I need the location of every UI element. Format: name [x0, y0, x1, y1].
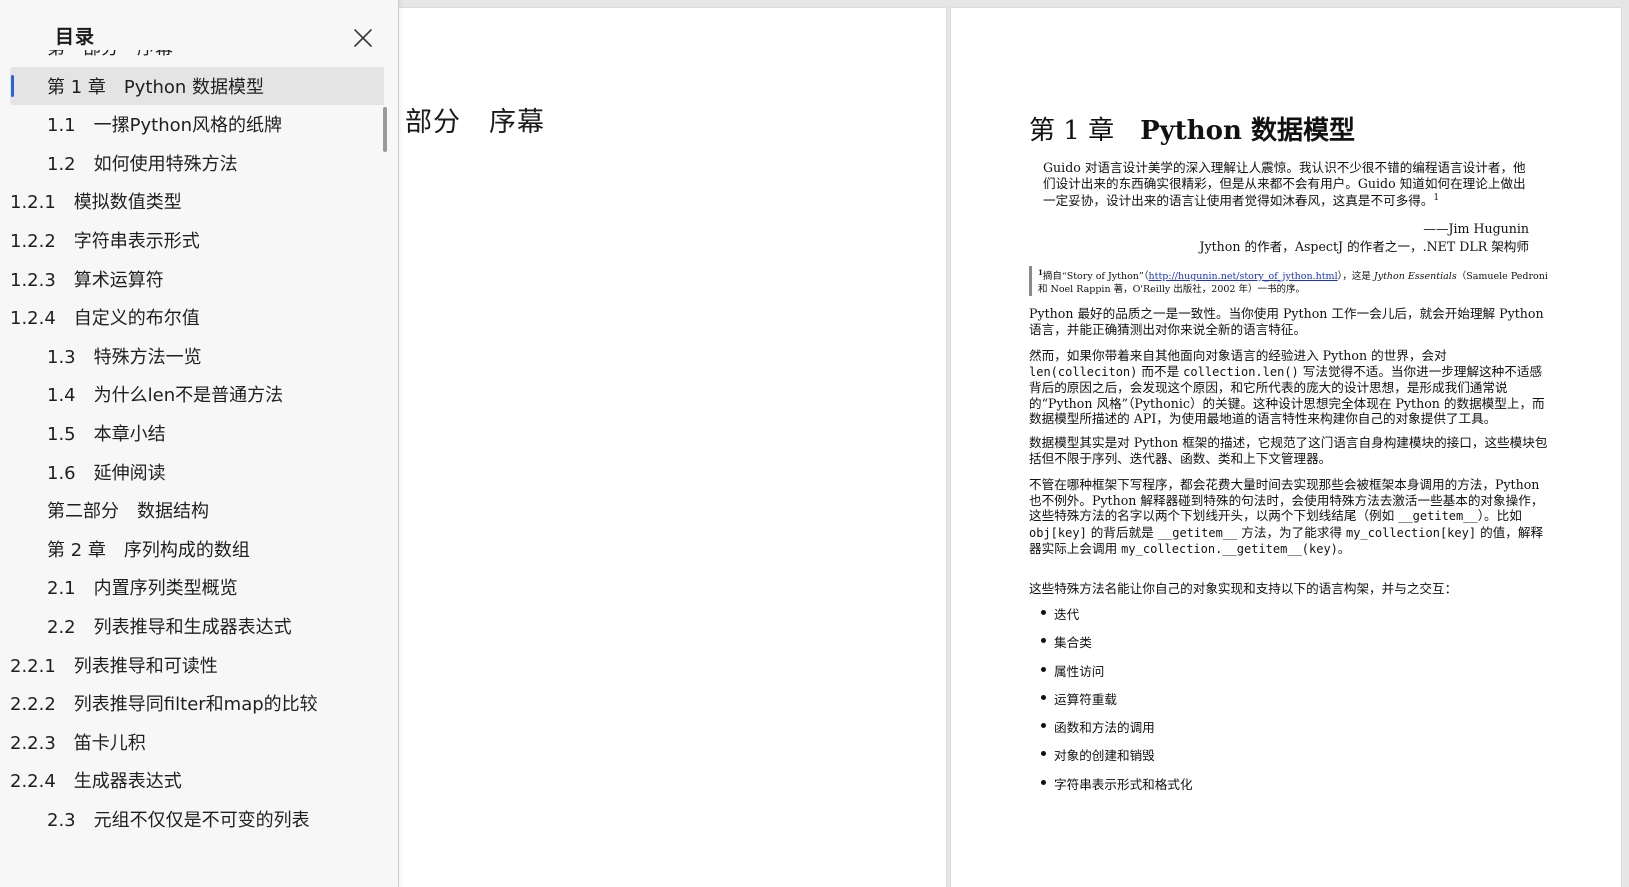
toc-item[interactable]: 2.2.1 列表推导和可读性 [10, 646, 382, 684]
feature-list-item: 字符串表示形式和格式化 [1041, 774, 1193, 802]
bullet-icon [1041, 751, 1046, 757]
paragraph-1: Python 最好的品质之一是一致性。当你使用 Python 工作一会儿后，就会… [1029, 306, 1544, 337]
toc-item-active[interactable]: 第 1 章 Python 数据模型 [10, 66, 384, 105]
toc-item[interactable]: 1.4 为什么len不是普通方法 [10, 375, 384, 413]
code-inline: __getitem__ [1157, 525, 1238, 540]
paragraph-5: 这些特殊方法名能让你自己的对象实现和支持以下的语言构架，并与之交互： [1029, 581, 1458, 596]
footnote-ref: 1 [1433, 193, 1440, 203]
bullet-icon [1041, 666, 1046, 672]
footnote: 1摘自“Story of Jython”（http://hugunin.net/… [1029, 266, 1558, 297]
toc-item[interactable]: 1.3 特殊方法一览 [10, 337, 384, 375]
toc-item[interactable]: 1.1 一摞Python风格的纸牌 [10, 105, 384, 143]
toc-item[interactable]: 1.2 如何使用特殊方法 [10, 144, 384, 182]
toc-item[interactable]: 第二部分 数据结构 [10, 491, 384, 529]
pdf-reader: 部分 序幕 第 1 章 Python 数据模型 Guido 对语言设计美学的深入… [0, 0, 1629, 887]
code-inline: my_collection[key] [1346, 525, 1477, 540]
document-page-left: 部分 序幕 [330, 8, 946, 887]
part-heading: 部分 序幕 [405, 107, 545, 138]
feature-list-item: 迭代 [1041, 604, 1193, 632]
bullet-icon [1041, 610, 1046, 615]
toc-item[interactable]: 2.3 元组不仅仅是不可变的列表 [10, 800, 384, 838]
bullet-icon [1041, 779, 1046, 785]
feature-list-item: 集合类 [1041, 632, 1193, 660]
epigraph-author: ——Jim Hugunin [1423, 221, 1529, 236]
bullet-icon [1041, 723, 1046, 729]
paragraph-4: 不管在哪种框架下写程序，都会花费大量时间去实现那些会被框架本身调用的方法，Pyt… [1029, 477, 1544, 556]
paragraph-3: 数据模型其实是对 Python 框架的描述，它规范了这门语言自身构建模块的接口，… [1029, 435, 1548, 466]
toc-scrollbar-thumb[interactable] [383, 107, 387, 152]
toc-item[interactable]: 1.2.4 自定义的布尔值 [10, 298, 382, 336]
chapter-title: 第 1 章 Python 数据模型 [1029, 116, 1355, 146]
toc-item[interactable]: 1.5 本章小结 [10, 414, 384, 452]
toc-title: 目录 [55, 26, 96, 48]
toc-panel: 目录 第一部分 序幕第 1 章 Python 数据模型1.1 一摞Python风… [0, 0, 399, 887]
footnote-link[interactable]: http://hugunin.net/story_of_jython.html [1149, 271, 1338, 282]
toc-item[interactable]: 1.2.2 字符串表示形式 [10, 221, 382, 259]
feature-list-item: 函数和方法的调用 [1041, 717, 1193, 745]
feature-list-item: 对象的创建和销毁 [1041, 745, 1193, 773]
toc-item[interactable]: 1.6 延伸阅读 [10, 453, 384, 491]
toc-item[interactable]: 第一部分 序幕 [10, 50, 384, 66]
epigraph-author-role: Jython 的作者，AspectJ 的作者之一，.NET DLR 架构师 [1199, 239, 1529, 254]
code-inline: __getitem__ [1398, 509, 1478, 523]
feature-list: 迭代 集合类 属性访问 运算符重载 函数和方法的调用 对象的创建和销毁 字符串表示形式和格式… [1041, 604, 1193, 802]
bullet-icon [1041, 638, 1046, 644]
close-button[interactable] [349, 24, 377, 52]
toc-item[interactable]: 1.2.1 模拟数值类型 [10, 182, 382, 220]
toc-item[interactable]: 第 2 章 序列构成的数组 [10, 530, 384, 568]
toc-item[interactable]: 2.1 内置序列类型概览 [10, 568, 384, 606]
code-inline: my_collection.__getitem__(key) [1121, 542, 1338, 556]
feature-list-item: 属性访问 [1041, 661, 1193, 689]
bullet-icon [1041, 694, 1046, 700]
toc-item[interactable]: 2.2.2 列表推导同filter和map的比较 [10, 684, 382, 722]
close-icon [354, 29, 372, 47]
epigraph: Guido 对语言设计美学的深入理解让人震惊。我认识不少很不错的编程语言设计者，… [1043, 160, 1526, 209]
code-inline: len(colleciton) [1029, 364, 1138, 379]
document-page-right: 第 1 章 Python 数据模型 Guido 对语言设计美学的深入理解让人震惊… [951, 8, 1621, 887]
code-inline: obj[key] [1029, 525, 1087, 540]
feature-list-item: 运算符重载 [1041, 689, 1193, 717]
paragraph-2: 然而，如果你带着来自其他面向对象语言的经验进入 Python 的世界，会对len… [1029, 348, 1545, 426]
toc-item[interactable]: 2.2.4 生成器表达式 [10, 761, 382, 799]
toc-item[interactable]: 2.2.3 笛卡儿积 [10, 723, 382, 761]
toc-list[interactable]: 第一部分 序幕第 1 章 Python 数据模型1.1 一摞Python风格的纸… [10, 50, 384, 887]
toc-item[interactable]: 2.2 列表推导和生成器表达式 [10, 607, 384, 645]
toc-item[interactable]: 1.2.3 算术运算符 [10, 260, 382, 298]
code-inline: collection.len() [1183, 364, 1299, 379]
